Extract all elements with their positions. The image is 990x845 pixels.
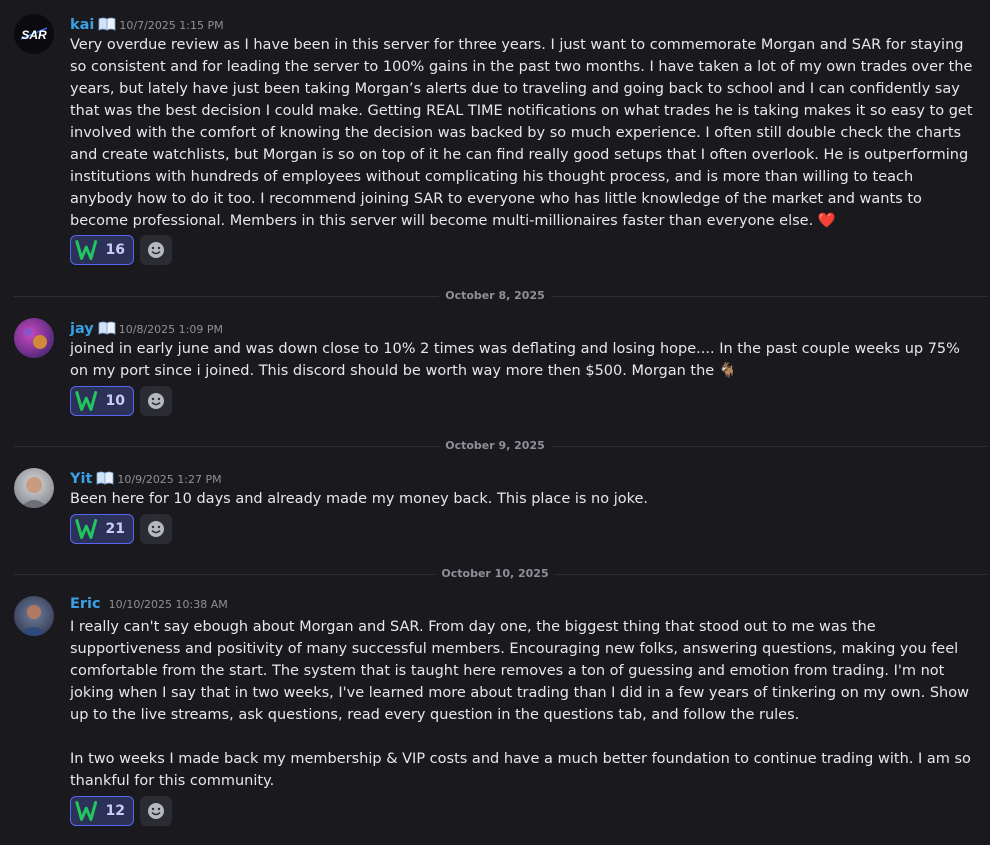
reaction-w[interactable]: 21 xyxy=(70,514,134,544)
w-emoji-icon xyxy=(75,391,98,411)
reaction-count: 12 xyxy=(105,803,125,819)
reaction-w[interactable]: 12 xyxy=(70,796,134,826)
heart-emoji: ❤️ xyxy=(817,213,836,229)
goat-emoji: 🐐 xyxy=(718,363,737,379)
timestamp[interactable]: 10/7/2025 1:15 PM xyxy=(119,19,223,32)
smiley-icon xyxy=(148,521,164,537)
message-text: I really can't say ebough about Morgan a… xyxy=(70,619,969,723)
message-text: joined in early june and was down close … xyxy=(70,341,960,379)
smiley-icon xyxy=(148,393,164,409)
timestamp[interactable]: 10/8/2025 1:09 PM xyxy=(119,323,223,336)
username[interactable]: Yit xyxy=(70,471,92,487)
message-feed: SAR kai 10/7/2025 1:15 PM Very overdue r… xyxy=(0,0,990,845)
avatar[interactable]: SAR xyxy=(14,14,54,54)
sar-logo-icon: SAR xyxy=(14,14,54,54)
message-text: In two weeks I made back my membership &… xyxy=(70,751,971,789)
avatar[interactable] xyxy=(14,318,54,358)
message-content: joined in early june and was down close … xyxy=(70,338,975,382)
w-emoji-icon xyxy=(75,801,98,821)
avatar-image-icon xyxy=(19,605,49,636)
reaction-w[interactable]: 16 xyxy=(70,235,134,265)
book-icon xyxy=(96,470,114,485)
avatar[interactable] xyxy=(14,596,54,636)
svg-text:SAR: SAR xyxy=(21,28,47,42)
smiley-icon xyxy=(148,803,164,819)
message-text: Very overdue review as I have been in th… xyxy=(70,37,973,229)
reaction-count: 21 xyxy=(105,521,125,537)
avatar-image-icon xyxy=(20,477,48,508)
message-content: Been here for 10 days and already made m… xyxy=(70,488,975,510)
message-text: Been here for 10 days and already made m… xyxy=(70,491,649,507)
add-reaction-button[interactable] xyxy=(140,796,172,826)
username[interactable]: Eric xyxy=(70,596,101,612)
date-divider-label: October 8, 2025 xyxy=(439,289,551,302)
message-content: Very overdue review as I have been in th… xyxy=(70,34,975,232)
date-divider-label: October 10, 2025 xyxy=(435,567,555,580)
book-icon xyxy=(98,16,116,31)
message-content: I really can't say ebough about Morgan a… xyxy=(70,616,975,792)
username[interactable]: kai xyxy=(70,17,94,33)
w-emoji-icon xyxy=(75,519,98,539)
reaction-w[interactable]: 10 xyxy=(70,386,134,416)
reaction-count: 10 xyxy=(105,393,125,409)
timestamp[interactable]: 10/9/2025 1:27 PM xyxy=(117,473,221,486)
avatar-image-icon xyxy=(24,328,47,349)
username[interactable]: jay xyxy=(70,321,94,337)
add-reaction-button[interactable] xyxy=(140,386,172,416)
book-icon xyxy=(98,320,116,335)
timestamp[interactable]: 10/10/2025 10:38 AM xyxy=(109,598,228,611)
reaction-count: 16 xyxy=(105,242,125,258)
add-reaction-button[interactable] xyxy=(140,514,172,544)
add-reaction-button[interactable] xyxy=(140,235,172,265)
date-divider-label: October 9, 2025 xyxy=(439,439,551,452)
smiley-icon xyxy=(148,242,164,258)
w-emoji-icon xyxy=(75,240,98,260)
avatar[interactable] xyxy=(14,468,54,508)
